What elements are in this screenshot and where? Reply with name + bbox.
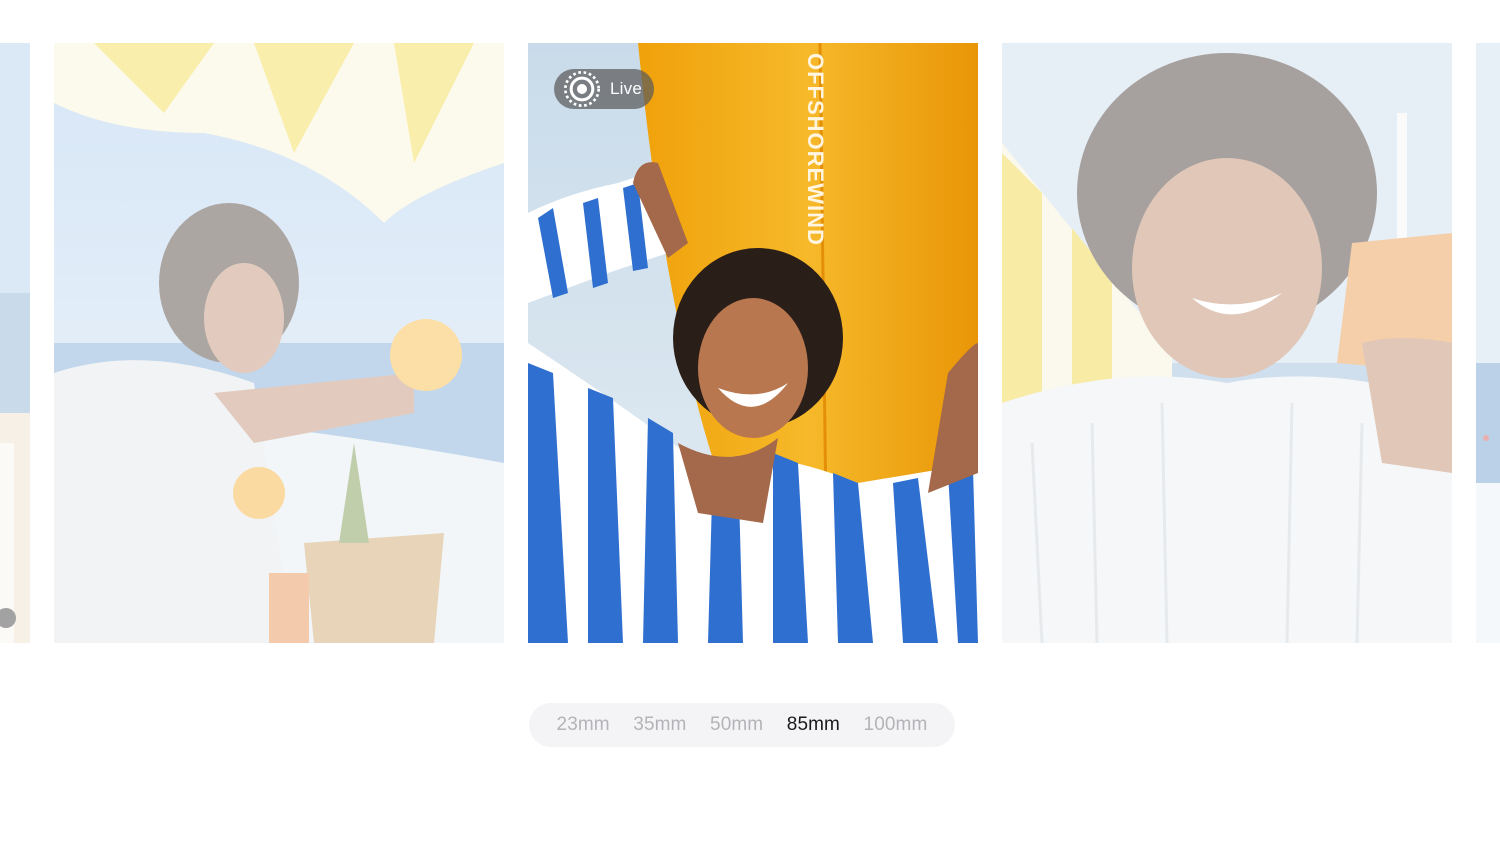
- live-badge-label: Live: [610, 79, 642, 98]
- live-photo-icon: [564, 71, 600, 107]
- focal-option-35mm[interactable]: 35mm: [631, 710, 688, 740]
- photo-slide-next-edge[interactable]: [1476, 43, 1500, 643]
- photo-surfboard-portrait-image: OFFSHOREWIND: [528, 43, 978, 643]
- focal-option-85mm[interactable]: 85mm: [785, 710, 842, 740]
- svg-text:OFFSHOREWIND: OFFSHOREWIND: [803, 53, 828, 246]
- focal-length-gallery: OFFSHOREWIND Live 23mm 35mm 50mm 85mm 10…: [0, 0, 1500, 867]
- photo-slide-current[interactable]: OFFSHOREWIND Live: [528, 43, 978, 643]
- photo-slide-previous[interactable]: [54, 43, 504, 643]
- focal-length-selector: 23mm 35mm 50mm 85mm 100mm: [529, 703, 955, 747]
- inactive-veil: [0, 43, 30, 643]
- inactive-veil: [1476, 43, 1500, 643]
- live-photo-badge[interactable]: Live: [554, 69, 654, 109]
- focal-option-100mm[interactable]: 100mm: [862, 710, 930, 740]
- inactive-veil: [54, 43, 504, 643]
- photo-slide-next[interactable]: [1002, 43, 1452, 643]
- inactive-veil: [1002, 43, 1452, 643]
- photo-slide-previous-edge[interactable]: [0, 43, 30, 643]
- focal-option-50mm[interactable]: 50mm: [708, 710, 765, 740]
- focal-option-23mm[interactable]: 23mm: [555, 710, 612, 740]
